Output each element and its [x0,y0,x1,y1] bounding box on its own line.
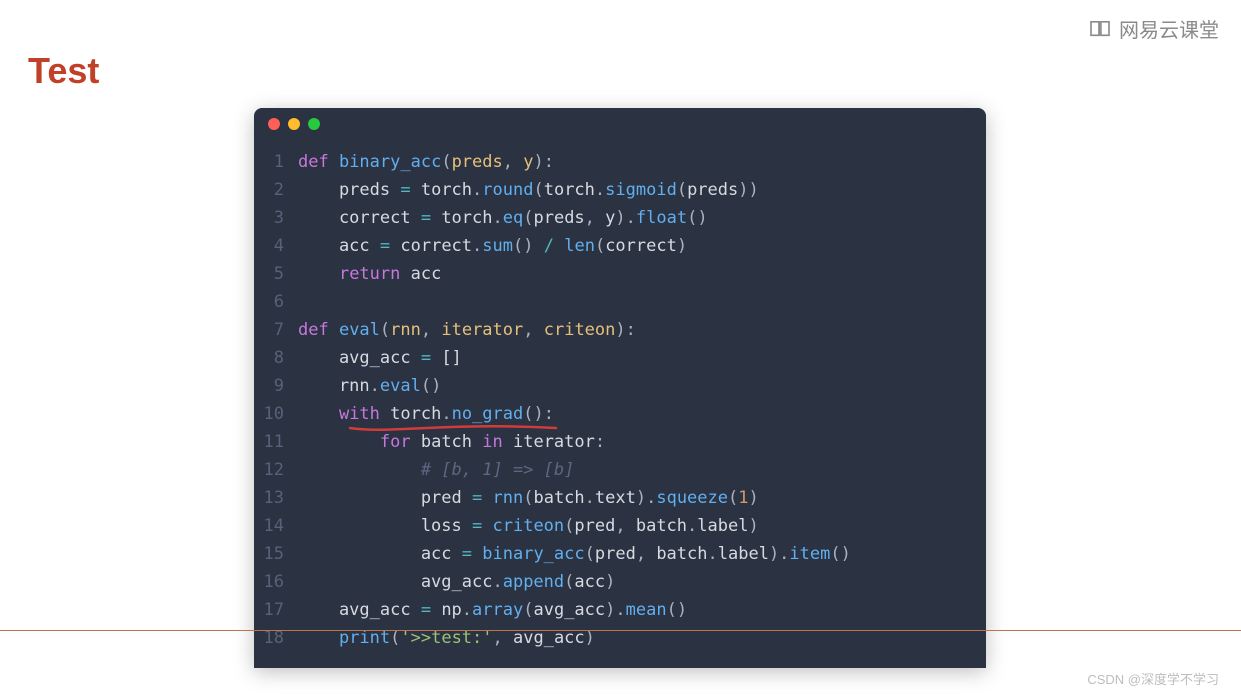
line-number: 11 [262,428,298,456]
window-titlebar [254,108,986,140]
horizontal-rule [0,630,1241,631]
code-line: 3 correct = torch.eq(preds, y).float() [262,204,970,232]
brand-logo: 网易云课堂 [1089,14,1219,43]
code-line: 2 preds = torch.round(torch.sigmoid(pred… [262,176,970,204]
close-icon[interactable] [268,118,280,130]
line-number: 7 [262,316,298,344]
line-number: 18 [262,624,298,652]
code-text: avg_acc = np.array(avg_acc).mean() [298,596,687,624]
code-line: 13 pred = rnn(batch.text).squeeze(1) [262,484,970,512]
code-text: def eval(rnn, iterator, criteon): [298,316,636,344]
line-number: 13 [262,484,298,512]
code-text: rnn.eval() [298,372,441,400]
code-text: def binary_acc(preds, y): [298,148,554,176]
code-line: 6 [262,288,970,316]
code-line: 7def eval(rnn, iterator, criteon): [262,316,970,344]
code-line: 14 loss = criteon(pred, batch.label) [262,512,970,540]
watermark: CSDN @深度学不学习 [1087,669,1219,688]
code-line: 11 for batch in iterator: [262,428,970,456]
line-number: 6 [262,288,298,316]
code-text: preds = torch.round(torch.sigmoid(preds)… [298,176,759,204]
code-line: 5 return acc [262,260,970,288]
line-number: 14 [262,512,298,540]
code-line: 15 acc = binary_acc(pred, batch.label).i… [262,540,970,568]
code-text: loss = criteon(pred, batch.label) [298,512,759,540]
minimize-icon[interactable] [288,118,300,130]
code-area: 1def binary_acc(preds, y):2 preds = torc… [254,140,986,668]
line-number: 4 [262,232,298,260]
code-text: acc = binary_acc(pred, batch.label).item… [298,540,851,568]
book-icon [1089,20,1111,38]
code-line: 8 avg_acc = [] [262,344,970,372]
code-text: with torch.no_grad(): [298,400,554,428]
line-number: 8 [262,344,298,372]
code-text: acc = correct.sum() / len(correct) [298,232,687,260]
code-text: correct = torch.eq(preds, y).float() [298,204,708,232]
code-line: 10 with torch.no_grad(): [262,400,970,428]
code-line: 12 # [b, 1] => [b] [262,456,970,484]
line-number: 16 [262,568,298,596]
line-number: 15 [262,540,298,568]
line-number: 10 [262,400,298,428]
code-line: 9 rnn.eval() [262,372,970,400]
code-text: # [b, 1] => [b] [298,456,574,484]
code-line: 1def binary_acc(preds, y): [262,148,970,176]
page-title: Test [28,50,99,92]
code-text: avg_acc.append(acc) [298,568,615,596]
code-editor-window: 1def binary_acc(preds, y):2 preds = torc… [254,108,986,668]
line-number: 5 [262,260,298,288]
brand-text: 网易云课堂 [1119,14,1219,43]
code-text: avg_acc = [] [298,344,462,372]
code-line: 16 avg_acc.append(acc) [262,568,970,596]
code-text: pred = rnn(batch.text).squeeze(1) [298,484,759,512]
maximize-icon[interactable] [308,118,320,130]
code-text: return acc [298,260,441,288]
code-text: print('>>test:', avg_acc) [298,624,595,652]
code-text: for batch in iterator: [298,428,605,456]
line-number: 17 [262,596,298,624]
code-line: 17 avg_acc = np.array(avg_acc).mean() [262,596,970,624]
line-number: 3 [262,204,298,232]
line-number: 9 [262,372,298,400]
line-number: 12 [262,456,298,484]
line-number: 1 [262,148,298,176]
code-line: 4 acc = correct.sum() / len(correct) [262,232,970,260]
code-line: 18 print('>>test:', avg_acc) [262,624,970,652]
line-number: 2 [262,176,298,204]
